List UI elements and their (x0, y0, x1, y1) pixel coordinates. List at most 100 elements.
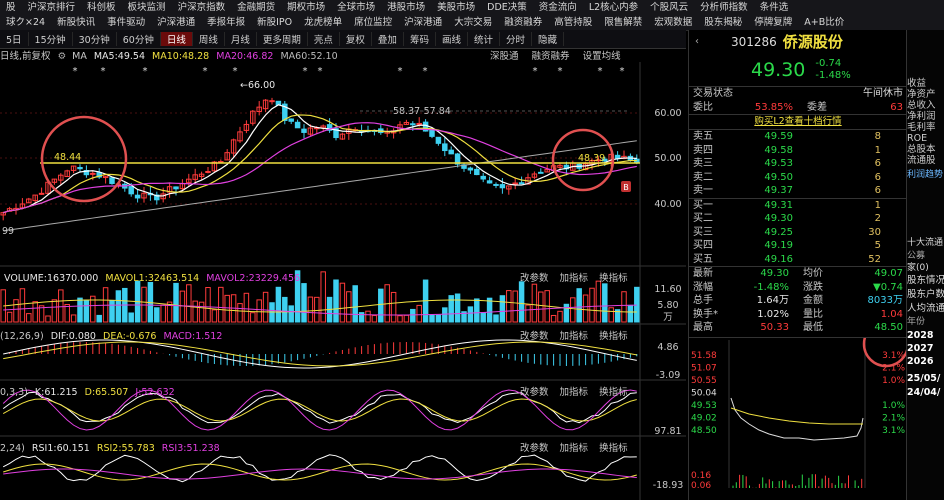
quote-value: ▼0.74 (873, 281, 903, 293)
nav-item[interactable]: 高管持股 (548, 15, 598, 30)
nav-item[interactable]: 科创板 (81, 0, 122, 15)
ask-row[interactable]: 卖四 49.58 1 (689, 144, 907, 158)
profit-trend-tab[interactable]: 利润趋势 (907, 168, 944, 182)
dea-value: DEA:-0.676 (103, 331, 157, 342)
candle-body (205, 170, 211, 173)
nav-item[interactable]: DDE决策 (481, 0, 533, 15)
ask-row[interactable]: 卖五 49.59 8 (689, 130, 907, 144)
finance-item[interactable]: 总股本 (907, 144, 944, 155)
toolbar-item[interactable]: 统计 (468, 32, 500, 46)
nav-item[interactable]: 分析师指数 (694, 0, 754, 15)
vol-edit-params[interactable]: 改参数 (520, 273, 549, 284)
quote-value: 1.64万 (756, 295, 789, 306)
nav-item[interactable]: 融资融券 (498, 15, 548, 30)
nav-item[interactable]: 金融期货 (231, 0, 281, 15)
finance-item[interactable]: 收益 (907, 78, 944, 89)
intraday-mini-chart[interactable]: 51.58 51.07 50.55 50.04 49.53 49.02 48.50 3.1% 2… (689, 320, 910, 491)
toolbar-item[interactable]: 15分钟 (29, 32, 73, 46)
nav-item[interactable]: A+B比价 (798, 15, 850, 30)
nav-item[interactable]: 沪深港通 (151, 15, 201, 30)
kdj-switch-indicator[interactable]: 换指标 (599, 387, 628, 398)
nav-item[interactable]: 沪深京指数 (172, 0, 232, 15)
toolbar-item[interactable]: 30分钟 (73, 32, 117, 46)
ask-row[interactable]: 卖一 49.37 6 (689, 184, 907, 198)
nav-item[interactable]: 大宗交易 (448, 15, 498, 30)
toolbar-item[interactable]: 亮点 (308, 32, 340, 46)
macd-edit-params[interactable]: 改参数 (520, 331, 549, 342)
nav-item[interactable]: 限售解禁 (598, 15, 648, 30)
nav-item[interactable]: 沪深港通 (398, 15, 448, 30)
l2-link[interactable]: 购买L2查看十档行情 (689, 115, 907, 129)
volume-bar (627, 304, 634, 323)
volume-bar (192, 300, 198, 323)
volume-bar (563, 303, 570, 323)
finance-item[interactable]: 毛利率 (907, 122, 944, 133)
rsi-switch-indicator[interactable]: 换指标 (599, 443, 628, 454)
toolbar-item[interactable]: 月线 (225, 32, 257, 46)
toolbar-item[interactable]: 画线 (436, 32, 468, 46)
nav-item[interactable]: L2核心内参 (583, 0, 644, 15)
nav-item[interactable]: 宏观数据 (648, 15, 698, 30)
kdj-edit-params[interactable]: 改参数 (520, 387, 549, 398)
nav-item[interactable]: 龙虎榜单 (298, 15, 348, 30)
nav-item[interactable]: 新股IPO (251, 15, 298, 30)
rsi-edit-params[interactable]: 改参数 (520, 443, 549, 454)
level-volume: 52 (868, 253, 881, 265)
shareholder-item[interactable]: 股东情况 (907, 274, 944, 288)
toolbar-item[interactable]: 周线 (193, 32, 225, 46)
macd-switch-indicator[interactable]: 换指标 (599, 331, 628, 342)
nav-item[interactable]: 事件驱动 (101, 15, 151, 30)
nav-item[interactable]: 全球市场 (331, 0, 381, 15)
bid-row[interactable]: 买四 49.19 5 (689, 239, 907, 253)
toolbar-item[interactable]: 叠加 (372, 32, 404, 46)
bid-row[interactable]: 买五 49.16 52 (689, 253, 907, 267)
toolbar-item[interactable]: 日线 (160, 32, 193, 46)
vol-add-indicator[interactable]: 加指标 (560, 273, 589, 284)
nav-item[interactable]: 股东揭秘 (698, 15, 748, 30)
toolbar-item[interactable]: 复权 (340, 32, 372, 46)
volume-bar (525, 304, 531, 323)
finance-item[interactable]: 净资产 (907, 89, 944, 100)
nav-item[interactable]: 板块监测 (122, 0, 172, 15)
nav-item[interactable]: 期权市场 (281, 0, 331, 15)
toolbar-item[interactable]: 60分钟 (117, 32, 161, 46)
nav-item[interactable]: 季报年报 (201, 15, 251, 30)
shareholder-item[interactable]: 股东户数 (907, 288, 944, 302)
kdj-links: 改参数 加指标 换指标 (520, 386, 628, 400)
rsi-add-indicator[interactable]: 加指标 (560, 443, 589, 454)
finance-item[interactable]: 净利润 (907, 111, 944, 122)
shareholder-item[interactable]: 人均流通 (907, 302, 944, 316)
macd-add-indicator[interactable]: 加指标 (560, 331, 589, 342)
toolbar-item[interactable]: 分时 (500, 32, 532, 46)
nav-item[interactable]: 席位监控 (348, 15, 398, 30)
toolbar-item[interactable]: 5日 (0, 32, 29, 46)
bid-row[interactable]: 买二 49.30 2 (689, 212, 907, 226)
nav-item[interactable]: 股 (0, 0, 22, 15)
ask-row[interactable]: 卖三 49.53 6 (689, 157, 907, 171)
nav-item[interactable]: 美股市场 (431, 0, 481, 15)
volume-bar (429, 314, 435, 323)
nav-item[interactable]: 条件选 (754, 0, 795, 15)
kdj-add-indicator[interactable]: 加指标 (560, 387, 589, 398)
finance-item[interactable]: ROE (907, 133, 944, 144)
candle-body (493, 183, 499, 186)
nav-item[interactable]: 资金流向 (533, 0, 583, 15)
nav-item[interactable]: 停牌复牌 (748, 15, 798, 30)
nav-item[interactable]: 港股市场 (381, 0, 431, 15)
bid-row[interactable]: 买三 49.25 30 (689, 226, 907, 240)
prev-stock-icon[interactable]: ‹ (689, 30, 705, 54)
toolbar-item[interactable]: 筹码 (404, 32, 436, 46)
ask-row[interactable]: 卖二 49.50 6 (689, 171, 907, 185)
toolbar-item[interactable]: 更多周期 (257, 32, 308, 46)
toolbar-item[interactable]: 隐藏 (532, 32, 565, 46)
bid-row[interactable]: 买一 49.31 1 (689, 199, 907, 213)
nav-item[interactable]: 新股快讯 (51, 15, 101, 30)
finance-item[interactable]: 总收入 (907, 100, 944, 111)
finance-item[interactable]: 流通股 (907, 155, 944, 166)
level-volume: 30 (868, 226, 881, 238)
top10-float-tab[interactable]: 十大流通 (907, 236, 944, 250)
vol-switch-indicator[interactable]: 换指标 (599, 273, 628, 284)
nav-item[interactable]: 球ク×24 (0, 15, 51, 30)
nav-item[interactable]: 个股风云 (644, 0, 694, 15)
nav-item[interactable]: 沪深京排行 (22, 0, 82, 15)
